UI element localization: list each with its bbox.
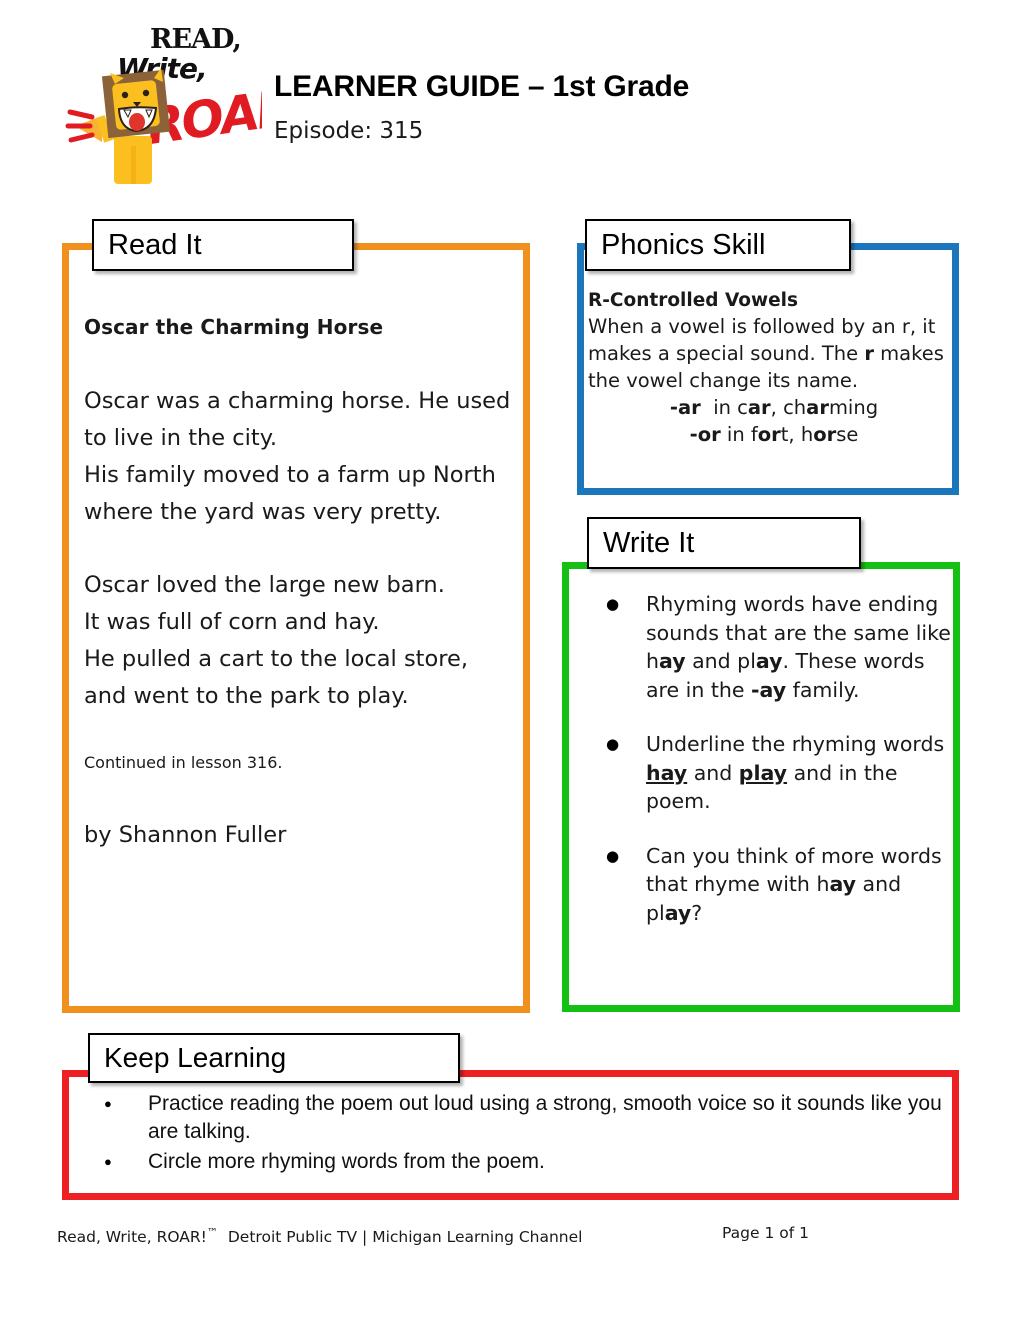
keep-learning-tab-label: Keep Learning <box>104 1042 287 1073</box>
logo-artwork: READ, Write, ROAR! <box>65 24 315 184</box>
footer-organization: Detroit Public TV | Michigan Learning Ch… <box>227 1228 583 1247</box>
phonics-or-t3: se <box>836 423 859 446</box>
phonics-ar-t2: , ch <box>770 396 807 419</box>
phonics-ar-t1: in c <box>713 396 748 419</box>
page-title: LEARNER GUIDE – 1st Grade <box>274 70 690 103</box>
text-segment: ay <box>829 872 857 896</box>
write-it-bullet: Can you think of more words that rhyme w… <box>588 842 958 928</box>
keep-learning-content: Practice reading the poem out loud using… <box>84 1090 964 1178</box>
poem-author: by Shannon Fuller <box>84 822 287 848</box>
poem-line: Oscar loved the large new barn. <box>84 572 445 598</box>
footer-page-number: Page 1 of 1 <box>722 1224 809 1242</box>
phonics-example-ar: -ar in car, charming <box>588 394 960 421</box>
phonics-heading: R-Controlled Vowels <box>588 290 798 311</box>
poem-line: Oscar was a charming horse. He used to l… <box>84 388 511 451</box>
text-segment: Underline the rhyming words <box>646 732 945 756</box>
write-it-content: Rhyming words have ending sounds that ar… <box>588 590 958 953</box>
phonics-explanation: When a vowel is followed by an r, it mak… <box>588 313 960 394</box>
phonics-or-b2: or <box>813 423 837 446</box>
header-title-block: LEARNER GUIDE – 1st Grade Episode: 315 <box>274 68 974 148</box>
page-header: READ, Write, ROAR! LEARNER GUIDE – 1st G… <box>0 0 1020 195</box>
poem-line: He pulled a cart to the local store, <box>84 646 469 672</box>
footer-attribution: Read, Write, ROAR!™ Detroit Public TV | M… <box>57 1222 582 1248</box>
phonics-ar-prefix: -ar <box>669 396 701 419</box>
text-segment: ay <box>659 649 686 673</box>
read-it-content: Oscar the Charming Horse Oscar was a cha… <box>84 313 524 851</box>
phonics-example-or: -or in fort, horse <box>588 421 960 448</box>
text-segment: hay <box>646 760 688 785</box>
phonics-bold-r: r <box>864 342 874 365</box>
read-write-roar-logo: READ, Write, ROAR! <box>62 16 315 186</box>
phonics-or-b1: or <box>757 423 781 446</box>
text-segment: -ay <box>751 677 787 702</box>
phonics-or-t2: t, h <box>780 423 814 446</box>
phonics-skill-tab-label: Phonics Skill <box>601 229 766 261</box>
poem-title: Oscar the Charming Horse <box>84 315 384 339</box>
poem-line: His family moved to a farm up North <box>84 462 496 488</box>
keep-learning-tab: Keep Learning <box>88 1033 460 1083</box>
phonics-or-prefix: -or <box>689 423 721 446</box>
poem-stanza-2: Oscar loved the large new barn. It was f… <box>84 567 524 715</box>
episode-label: Episode: 315 <box>274 118 424 144</box>
write-it-tab: Write It <box>587 517 861 569</box>
poem-line: It was full of corn and hay. <box>84 609 380 635</box>
phonics-ar-t3: ming <box>828 396 879 419</box>
poem-line: and went to the park to play. <box>84 683 409 709</box>
keep-learning-bullet: Circle more rhyming words from the poem. <box>84 1148 964 1176</box>
read-it-tab-label: Read It <box>108 229 202 261</box>
write-it-bullet: Underline the rhyming words hay and play… <box>588 730 958 816</box>
text-segment: ? <box>691 900 703 925</box>
phonics-ar-b1: ar <box>747 396 771 419</box>
text-segment: play <box>738 760 788 785</box>
phonics-skill-tab: Phonics Skill <box>585 219 851 271</box>
page-footer: Read, Write, ROAR!™ Detroit Public TV | M… <box>0 1222 1020 1262</box>
svg-text:READ,: READ, <box>150 24 241 55</box>
write-it-bullet-list: Rhyming words have ending sounds that ar… <box>588 590 958 927</box>
read-it-tab: Read It <box>92 219 354 271</box>
keep-learning-bullet-list: Practice reading the poem out loud using… <box>84 1090 964 1176</box>
text-segment: and pl <box>685 649 756 673</box>
text-segment: ay <box>664 900 692 925</box>
continued-note: Continued in lesson 316. <box>84 753 283 772</box>
write-it-tab-label: Write It <box>603 527 695 559</box>
write-it-bullet: Rhyming words have ending sounds that ar… <box>588 590 958 704</box>
text-segment: family. <box>786 677 860 702</box>
phonics-or-t1: in f <box>726 423 758 446</box>
phonics-ar-b2: ar <box>806 396 829 419</box>
text-segment: ay <box>755 649 783 673</box>
footer-brand: Read, Write, ROAR! <box>57 1228 207 1247</box>
trademark-symbol: ™ <box>206 1226 218 1239</box>
text-segment: and <box>687 760 739 785</box>
poem-line: where the yard was very pretty. <box>84 499 442 525</box>
poem-stanza-1: Oscar was a charming horse. He used to l… <box>84 383 524 531</box>
phonics-skill-content: R-Controlled Vowels When a vowel is foll… <box>588 288 960 448</box>
keep-learning-bullet: Practice reading the poem out loud using… <box>84 1090 964 1146</box>
